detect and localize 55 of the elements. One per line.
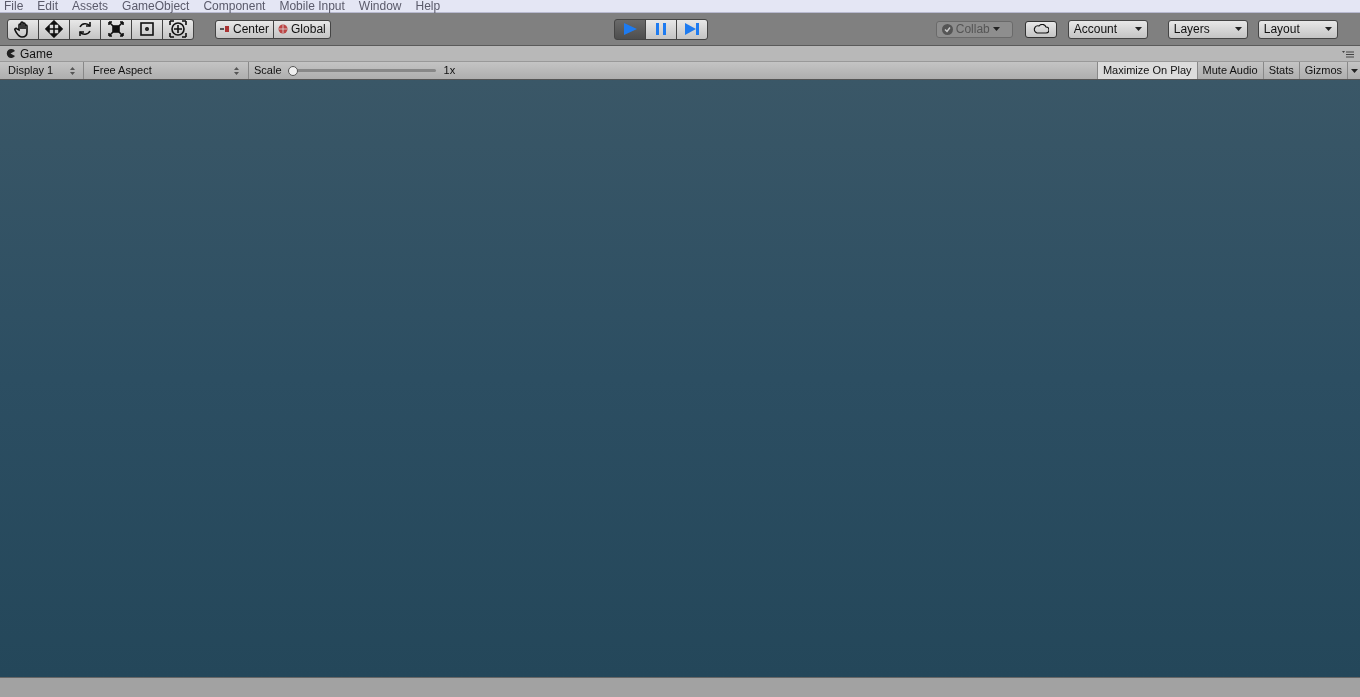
tool-button[interactable] xyxy=(162,18,194,40)
pacman-icon xyxy=(6,49,15,58)
aspect-dropdown[interactable]: Free Aspect xyxy=(84,62,249,79)
view-toggle[interactable]: Maximize On Play xyxy=(1096,62,1197,79)
tool-button[interactable] xyxy=(131,18,163,40)
caret-icon xyxy=(1324,27,1332,31)
transform-icon xyxy=(169,20,187,38)
tool-button[interactable] xyxy=(7,18,39,40)
menu-item[interactable]: Component xyxy=(203,0,266,12)
scale-icon xyxy=(107,20,125,38)
toolbar-dropdown[interactable]: Layout xyxy=(1257,19,1338,39)
view-toggle[interactable]: Stats xyxy=(1262,62,1299,79)
scale-reading: 1x xyxy=(443,63,456,79)
scale-label: Scale xyxy=(254,63,282,79)
pivot-toggle[interactable]: Global xyxy=(273,19,331,39)
menu-item[interactable]: Edit xyxy=(37,0,59,12)
game-tab[interactable]: Game xyxy=(6,44,53,63)
cloud-button[interactable] xyxy=(1024,20,1057,38)
view-toggle[interactable]: Mute Audio xyxy=(1196,62,1263,79)
tool-button[interactable] xyxy=(100,18,132,40)
step-icon xyxy=(683,21,700,37)
rect-tool-icon xyxy=(138,20,156,38)
menu-item[interactable]: Assets xyxy=(72,0,109,12)
menu-item[interactable]: Mobile Input xyxy=(279,0,345,12)
globe-icon xyxy=(278,24,289,34)
playback-button[interactable] xyxy=(675,18,708,40)
check-circle-icon xyxy=(941,23,953,35)
caret-icon xyxy=(1234,27,1242,31)
panel-menu-icon[interactable] xyxy=(1342,49,1354,58)
toolbar-dropdown[interactable]: Layers xyxy=(1167,19,1248,39)
rotate-icon xyxy=(76,20,94,38)
slider-thumb[interactable] xyxy=(287,65,298,76)
menu-item[interactable]: File xyxy=(4,0,24,12)
pivot-center-icon xyxy=(220,25,230,33)
menu-item[interactable]: GameObject xyxy=(122,0,190,12)
menu-item[interactable]: Help xyxy=(415,0,441,12)
display-dropdown[interactable]: Display 1 xyxy=(0,62,84,79)
caret-icon xyxy=(1134,27,1142,31)
move-arrows-icon xyxy=(45,20,63,38)
cloud-icon xyxy=(1032,24,1049,34)
toolbar-dropdown[interactable]: Account xyxy=(1067,19,1148,39)
tab-title: Game xyxy=(20,45,53,63)
scale-slider[interactable] xyxy=(287,65,436,76)
tool-button[interactable] xyxy=(38,18,70,40)
gizmos-menu-button[interactable] xyxy=(1347,62,1360,79)
menu-item[interactable]: Window xyxy=(358,0,402,12)
caret-icon xyxy=(992,27,1000,31)
pivot-toggle[interactable]: Center xyxy=(215,19,275,39)
up-down-arrows-icon xyxy=(234,66,239,75)
caret-icon xyxy=(1350,68,1358,73)
play-icon xyxy=(621,21,638,37)
playback-button[interactable] xyxy=(644,18,677,40)
view-toggle[interactable]: Gizmos xyxy=(1298,62,1347,79)
up-down-arrows-icon xyxy=(70,66,75,75)
tool-button[interactable] xyxy=(69,18,101,40)
